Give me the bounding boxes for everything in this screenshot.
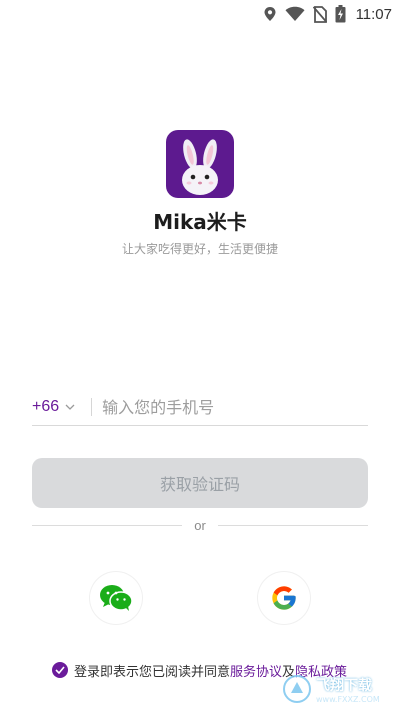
wifi-icon — [285, 6, 305, 21]
watermark-text: 飞翔下载 — [316, 677, 372, 694]
battery-icon — [335, 5, 346, 23]
watermark-logo-icon — [283, 675, 311, 703]
agreement-checkbox[interactable] — [52, 662, 68, 678]
wechat-icon — [100, 585, 133, 611]
phone-input[interactable] — [102, 397, 368, 417]
app-logo — [166, 130, 234, 198]
divider-line-left — [32, 524, 183, 526]
app-name: Mika米卡 — [153, 210, 247, 234]
wechat-login-button[interactable] — [90, 572, 142, 624]
google-icon — [272, 586, 296, 610]
status-bar: 11:07 — [0, 0, 400, 28]
or-divider: or — [32, 515, 368, 535]
check-icon — [55, 666, 65, 674]
app-slogan: 让大家吃得更好，生活更便捷 — [121, 242, 278, 256]
get-code-button[interactable]: 获取验证码 — [32, 458, 368, 508]
watermark: 飞翔下载 www.FXXZ.COM — [282, 671, 394, 707]
agreement-text: 登录即表示您已阅读并同意 — [74, 664, 231, 680]
or-label: or — [194, 517, 206, 533]
watermark-url: www.FXXZ.COM — [316, 694, 380, 704]
field-divider — [91, 398, 93, 416]
no-sim-icon — [312, 5, 327, 23]
google-login-button[interactable] — [258, 572, 310, 624]
rabbit-logo-icon — [182, 139, 218, 195]
terms-link[interactable]: 服务协议 — [230, 661, 282, 680]
status-time: 11:07 — [355, 5, 392, 23]
divider-line-right — [217, 524, 368, 526]
phone-field: +66 — [32, 389, 368, 426]
country-code-selector[interactable]: +66 — [32, 398, 75, 416]
location-icon — [264, 7, 276, 21]
chevron-down-icon — [65, 404, 75, 410]
country-code: +66 — [32, 398, 60, 415]
